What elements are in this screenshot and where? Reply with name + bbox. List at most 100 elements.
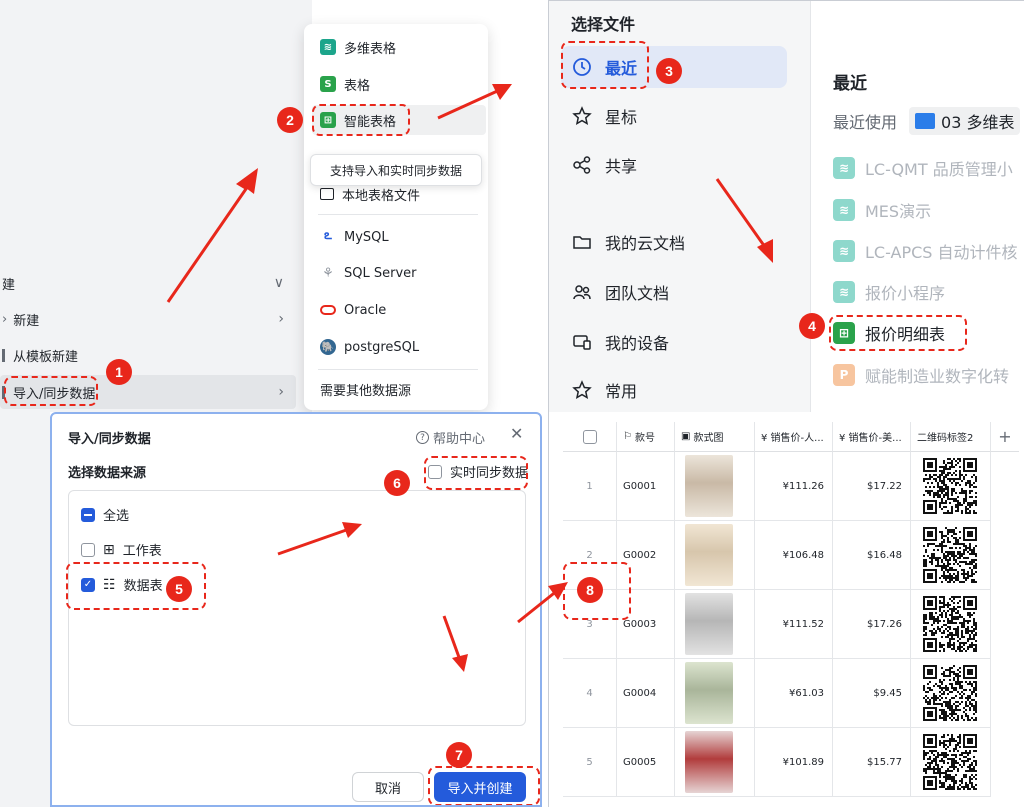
product-photo[interactable] [685,524,733,586]
cell-image[interactable] [675,452,755,521]
flag-icon: ⚐ [623,431,632,442]
highlight-import-sync [4,376,98,406]
data-table-panel: ⚐ 款号 ▣ 款式图 ¥ 销售价-人... ¥ 销售价-美... 二维码标签2 … [548,412,1024,807]
menu-divider [318,369,478,370]
column-header-code[interactable]: ⚐ 款号 [617,422,675,452]
file-item[interactable]: ≋ LC-APCS 自动计件核 [833,237,1018,265]
chevron-down-icon: ∨ [273,275,284,291]
bitable-icon: ≋ [320,39,336,55]
cancel-button[interactable]: 取消 [352,772,424,802]
menu-item-oracle[interactable]: Oracle [312,295,486,325]
cell-price-usd[interactable]: $16.48 [833,521,911,590]
nav-item-team-docs[interactable]: 团队文档 [561,271,787,313]
cell-image[interactable] [675,659,755,728]
cell-code[interactable]: G0001 [617,452,675,521]
cell-qr[interactable] [911,590,991,659]
arrow-icon [437,84,512,120]
cell-price-usd[interactable]: $9.45 [833,659,911,728]
arrow-icon [715,178,773,263]
column-header-price-cny[interactable]: ¥ 销售价-人... [755,422,833,452]
nav-item-frequent[interactable]: 常用 [561,369,787,411]
nav-item-starred[interactable]: 星标 [561,95,787,137]
highlight-realtime [424,456,528,490]
qr-code-icon [923,734,977,790]
chevron-right-icon: › [278,384,284,400]
highlight-recent [561,41,649,89]
cell-price-cny[interactable]: ¥61.03 [755,659,833,728]
cell-price-usd[interactable]: $17.26 [833,590,911,659]
help-icon: ? [416,431,429,444]
product-photo[interactable] [685,731,733,793]
cell-price-usd[interactable]: $17.22 [833,452,911,521]
cell-code[interactable]: G0004 [617,659,675,728]
bitable-icon: ≋ [833,199,855,221]
cell-qr[interactable] [911,521,991,590]
select-all-checkbox[interactable]: 全选 [81,505,129,524]
step-badge-4: 4 [799,313,825,339]
cell-code[interactable]: G0005 [617,728,675,797]
dot-icon: › [2,311,8,327]
slides-icon: P [833,364,855,386]
cell-qr[interactable] [911,728,991,797]
row-number[interactable]: 4 [563,659,617,728]
sheet-icon: S [320,76,336,92]
column-header-image[interactable]: ▣ 款式图 [675,422,755,452]
checkbox-icon [81,542,95,557]
pin-icon [571,379,593,401]
panel-title: 选择文件 [571,15,636,34]
folder-icon [915,113,936,129]
menu-item-other-source[interactable]: 需要其他数据源 [312,374,486,404]
folder-icon [571,231,593,253]
recent-folder-chip[interactable]: 03 多维表 [909,107,1021,135]
help-center-link[interactable]: ? 帮助中心 [416,428,485,447]
step-badge-5: 5 [166,576,192,602]
cell-price-cny[interactable]: ¥111.52 [755,590,833,659]
qr-code-icon [923,458,977,514]
cell-image[interactable] [675,590,755,659]
menu-item-sqlserver[interactable]: ⚘ SQL Server [312,258,486,288]
star-icon [571,105,593,127]
file-item[interactable]: ≋ MES演示 [833,196,931,224]
menu-item-mysql[interactable]: ఽ MySQL [312,222,486,252]
step-badge-8: 8 [577,577,603,603]
cell-price-cny[interactable]: ¥111.26 [755,452,833,521]
cell-price-usd[interactable]: $15.77 [833,728,911,797]
worksheet-checkbox[interactable]: ⊞ 工作表 [81,540,162,559]
cell-qr[interactable] [911,452,991,521]
select-all-row-checkbox[interactable] [563,422,617,452]
column-header-price-usd[interactable]: ¥ 销售价-美... [833,422,911,452]
file-item[interactable]: P 赋能制造业数字化转 [833,361,1009,389]
mysql-icon: ఽ [324,228,332,243]
bitable-icon: ≋ [833,240,855,262]
sidebar-item-from-template[interactable]: 从模板新建 [0,338,296,372]
postgresql-icon: 🐘 [320,339,336,355]
file-item[interactable]: ≋ LC-QMT 品质管理小 [833,154,1013,182]
oracle-icon [320,305,336,315]
share-icon [571,154,593,176]
recent-used-row: 最近使用 03 多维表 [833,107,1021,135]
cell-image[interactable] [675,728,755,797]
menu-item-bitable[interactable]: ≋ 多维表格 [312,32,486,62]
file-item[interactable]: ≋ 报价小程序 [833,278,945,306]
add-column-button[interactable]: + [991,422,1019,452]
dialog-backdrop [0,412,50,807]
nav-item-my-devices[interactable]: 我的设备 [561,321,787,363]
row-number[interactable]: 1 [563,452,617,521]
menu-item-postgresql[interactable]: 🐘 postgreSQL [312,332,486,362]
device-icon [571,331,593,353]
select-file-panel: 选择文件 最近 星标 共享 我的云文档 团队文档 我的设备 常用 最近 最近使用… [548,0,1024,412]
column-header-qr[interactable]: 二维码标签2 [911,422,991,452]
cell-price-cny[interactable]: ¥101.89 [755,728,833,797]
cell-price-cny[interactable]: ¥106.48 [755,521,833,590]
cell-image[interactable] [675,521,755,590]
qr-code-icon [923,665,977,721]
step-badge-3: 3 [656,58,682,84]
product-photo[interactable] [685,593,733,655]
close-icon[interactable]: ✕ [510,424,523,443]
highlight-smart-sheet [312,104,410,136]
row-number[interactable]: 5 [563,728,617,797]
product-photo[interactable] [685,662,733,724]
menu-divider [318,214,478,215]
cell-qr[interactable] [911,659,991,728]
product-photo[interactable] [685,455,733,517]
